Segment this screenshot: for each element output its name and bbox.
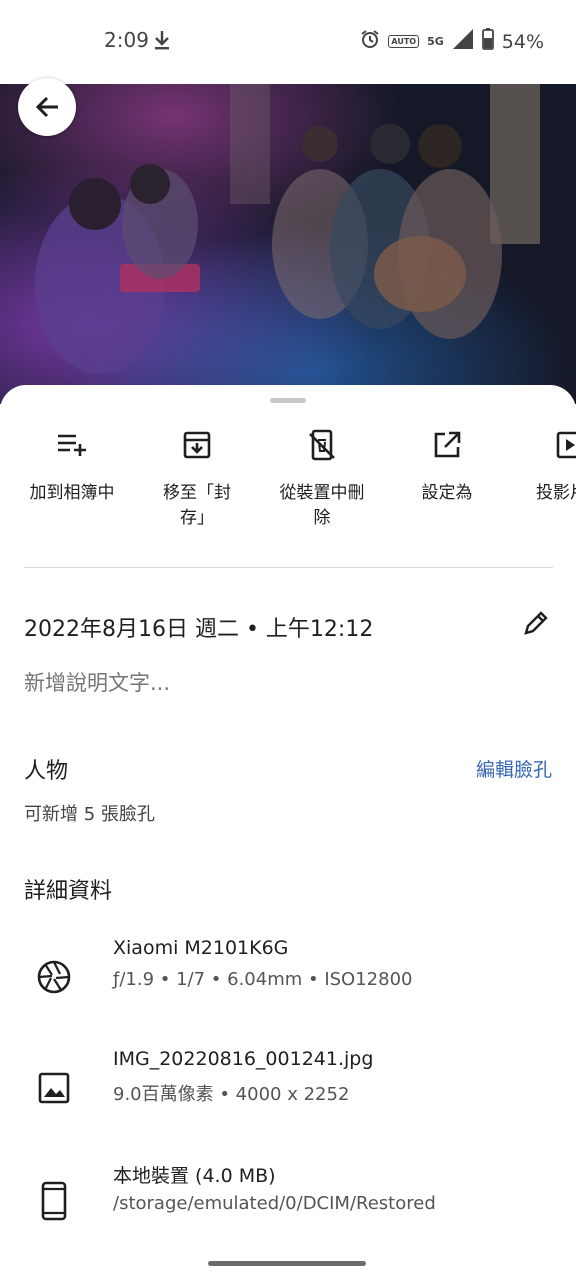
network-type: 5G [427, 35, 444, 48]
action-bar: 加到相簿中 移至「封存」 從裝置中刪除 設定為 投影片 [0, 423, 576, 553]
battery-percent: 54% [501, 30, 544, 53]
gesture-nav-bar[interactable] [208, 1261, 366, 1266]
camera-aperture-icon [34, 957, 74, 997]
status-bar: 2:09 AUTO 5G 54% [0, 0, 576, 84]
file-name: IMG_20220816_001241.jpg [113, 1048, 374, 1070]
storage-path: /storage/emulated/0/DCIM/Restored [113, 1193, 436, 1214]
photo-scene [0, 84, 576, 404]
add-to-album-button[interactable]: 加到相簿中 [7, 423, 137, 506]
photo-preview[interactable] [0, 84, 576, 404]
add-to-album-label: 加到相簿中 [29, 483, 115, 503]
delete-from-device-button[interactable]: 從裝置中刪除 [257, 423, 387, 531]
storage-location: 本地裝置 (4.0 MB) [113, 1165, 276, 1187]
slideshow-button[interactable]: 投影片 [507, 423, 576, 506]
auto-brightness-icon: AUTO [388, 35, 420, 48]
faces-subtitle: 可新增 5 張臉孔 [24, 804, 155, 825]
info-sheet[interactable]: 加到相簿中 移至「封存」 從裝置中刪除 設定為 投影片 2 [0, 385, 576, 1280]
slideshow-icon [507, 423, 576, 467]
slideshow-label: 投影片 [536, 483, 576, 503]
delete-from-device-icon [257, 423, 387, 467]
open-in-new-icon [382, 423, 512, 467]
battery-icon [481, 28, 494, 55]
divider [24, 567, 553, 568]
people-heading: 人物 [24, 759, 69, 784]
download-icon [152, 29, 172, 55]
status-icons: AUTO 5G 54% [360, 28, 544, 55]
archive-button[interactable]: 移至「封存」 [132, 423, 262, 531]
set-as-label: 設定為 [421, 483, 473, 503]
delete-from-device-label: 從裝置中刪除 [279, 483, 365, 528]
phone-device-icon [34, 1181, 74, 1221]
edit-datetime-button[interactable] [522, 609, 550, 641]
file-specs: 9.0百萬像素 • 4000 x 2252 [113, 1084, 350, 1105]
camera-model: Xiaomi M2101K6G [113, 937, 289, 959]
drag-handle[interactable] [270, 398, 306, 403]
set-as-button[interactable]: 設定為 [382, 423, 512, 506]
playlist-add-icon [7, 423, 137, 467]
signal-icon [452, 28, 474, 55]
archive-icon [132, 423, 262, 467]
arrow-back-icon [35, 96, 58, 118]
image-icon [34, 1068, 74, 1108]
archive-label: 移至「封存」 [163, 483, 231, 528]
camera-specs: ƒ/1.9 • 1/7 • 6.04mm • ISO12800 [113, 969, 413, 990]
back-button[interactable] [18, 78, 76, 136]
pencil-icon [524, 611, 548, 635]
details-heading: 詳細資料 [24, 879, 113, 904]
alarm-icon [360, 29, 380, 54]
edit-faces-link[interactable]: 編輯臉孔 [476, 755, 552, 782]
caption-input[interactable]: 新增說明文字... [24, 667, 170, 697]
status-time: 2:09 [104, 28, 149, 52]
photo-datetime[interactable]: 2022年8月16日 週二 • 上午12:12 [24, 611, 373, 643]
